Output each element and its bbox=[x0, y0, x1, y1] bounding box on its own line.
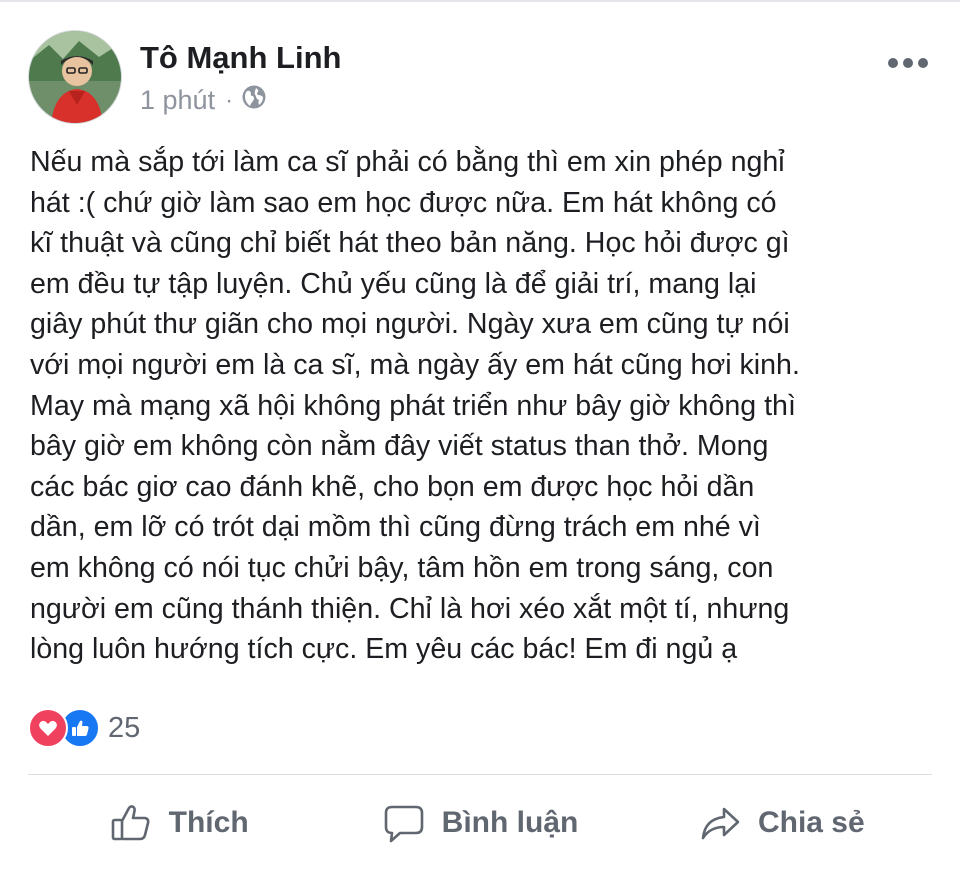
meta-separator: · bbox=[225, 86, 234, 114]
post-meta: 1 phút · bbox=[140, 84, 267, 117]
facebook-post: Tô Mạnh Linh 1 phút · Nếu mà sắp tới làm… bbox=[0, 0, 960, 868]
share-button[interactable]: Chia sẻ bbox=[631, 776, 932, 870]
like-button[interactable]: Thích bbox=[28, 776, 329, 870]
like-label: Thích bbox=[168, 806, 249, 839]
more-options-icon[interactable] bbox=[884, 54, 932, 72]
reaction-count: 25 bbox=[108, 711, 141, 744]
post-text: Nếu mà sắp tới làm ca sĩ phải có bằng th… bbox=[30, 146, 800, 666]
more-dot bbox=[903, 58, 913, 68]
post-header: Tô Mạnh Linh 1 phút · bbox=[28, 30, 932, 126]
love-icon bbox=[28, 708, 68, 748]
action-bar: Thích Bình luận Chia sẻ bbox=[28, 776, 932, 870]
avatar[interactable] bbox=[28, 30, 122, 124]
thumbs-up-icon bbox=[111, 805, 150, 841]
comment-label: Bình luận bbox=[441, 806, 579, 839]
post-time[interactable]: 1 phút bbox=[140, 85, 215, 116]
share-label: Chia sẻ bbox=[757, 806, 865, 839]
share-arrow-icon bbox=[701, 807, 740, 840]
more-dot bbox=[918, 58, 928, 68]
author-name[interactable]: Tô Mạnh Linh bbox=[140, 40, 341, 76]
divider bbox=[28, 774, 932, 775]
comment-button[interactable]: Bình luận bbox=[329, 776, 630, 870]
more-dot bbox=[888, 58, 898, 68]
comment-bubble-icon bbox=[384, 805, 423, 843]
avatar-image bbox=[29, 31, 121, 123]
globe-icon[interactable] bbox=[241, 84, 267, 117]
reactions-summary[interactable]: 25 bbox=[28, 708, 140, 748]
